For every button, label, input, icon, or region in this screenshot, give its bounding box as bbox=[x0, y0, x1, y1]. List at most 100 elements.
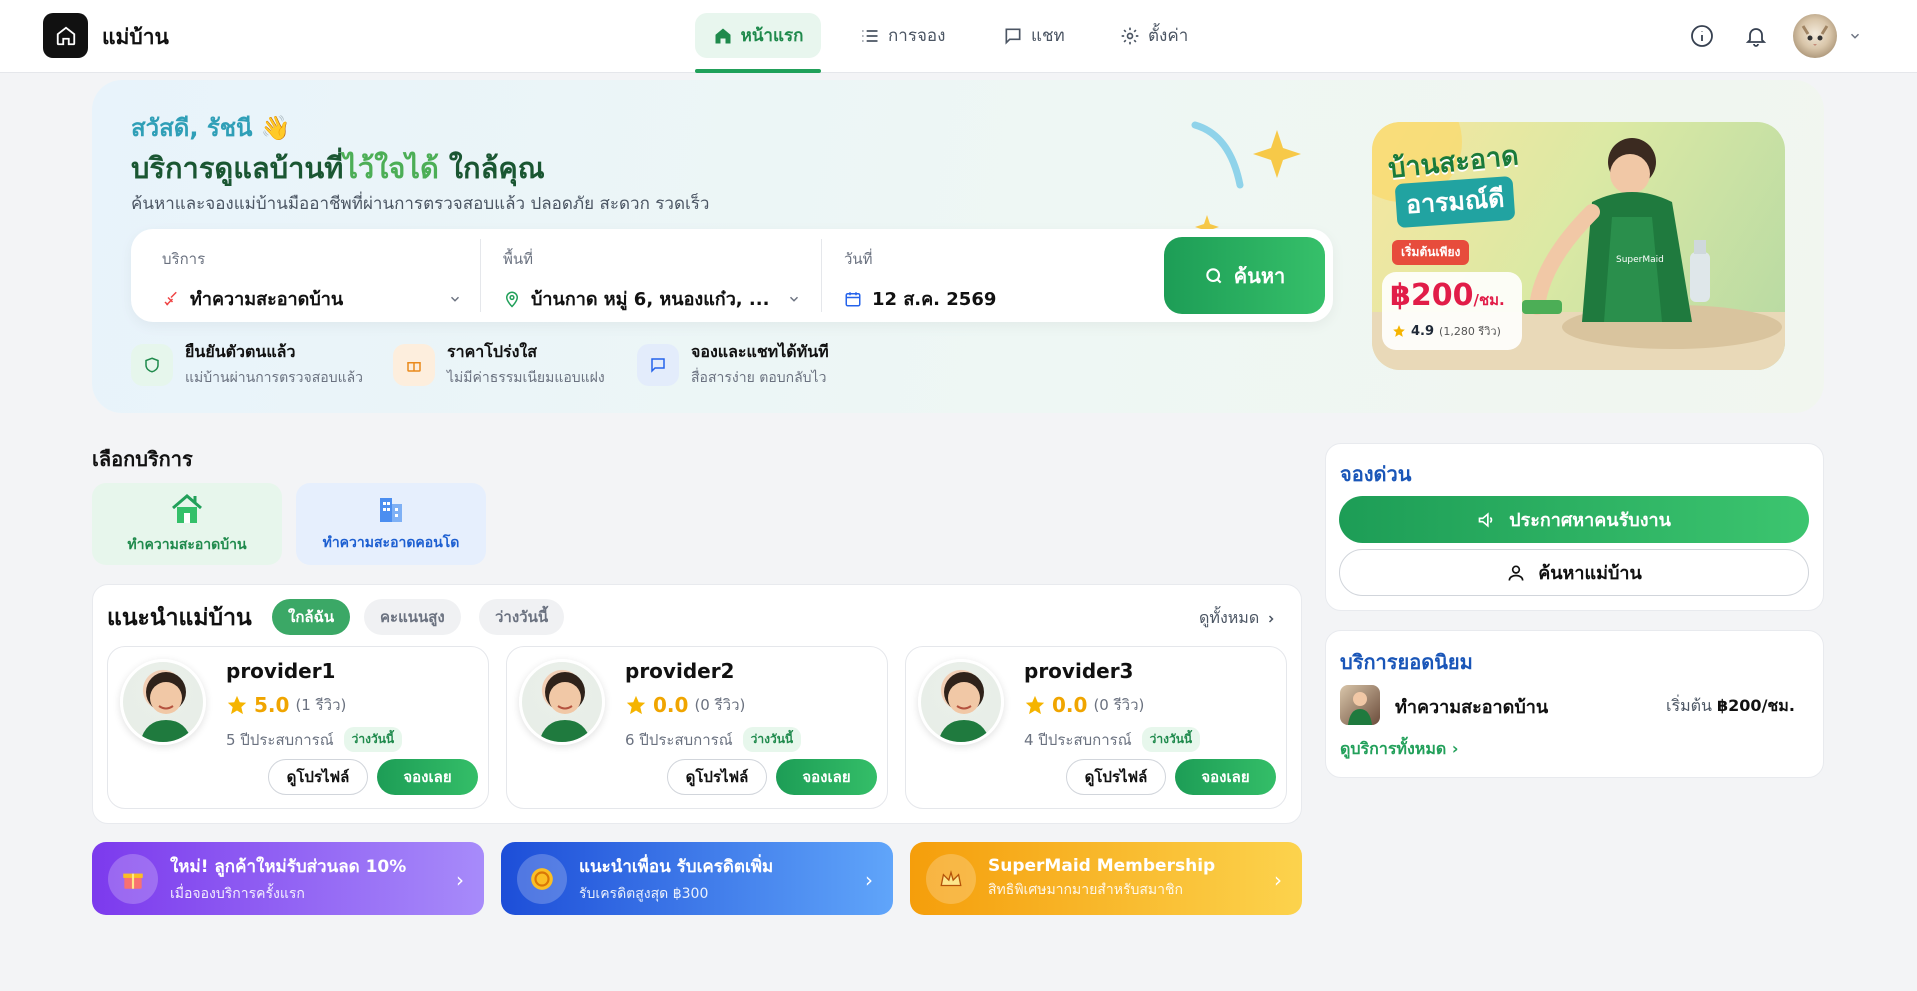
see-all-providers-link[interactable]: ดูทั้งหมด bbox=[1199, 606, 1277, 631]
post-job-label: ประกาศหาคนรับงาน bbox=[1509, 510, 1671, 531]
promo-banner-referral[interactable]: แนะนำเพื่อน รับเครดิตเพิ่มรับเครดิตสูงสุ… bbox=[501, 842, 893, 915]
view-profile-button[interactable]: ดูโปรไฟล์ bbox=[1066, 759, 1166, 795]
feature-title: ยืนยันตัวตนแล้ว bbox=[185, 342, 296, 361]
filter-chip-available-today[interactable]: ว่างวันนี้ bbox=[479, 599, 565, 635]
star-icon bbox=[227, 695, 247, 715]
service-thumbnail bbox=[1340, 685, 1380, 725]
provider-card[interactable]: provider3 0.0 (0 รีวิว) 4 ปีประสบการณ์ ว่… bbox=[905, 646, 1287, 809]
crown-icon-wrap bbox=[926, 853, 976, 904]
post-job-button[interactable]: ประกาศหาคนรับงาน bbox=[1339, 496, 1809, 543]
top-navbar: แม่บ้าน หน้าแรก การจอง แชท ตั้งค่า bbox=[0, 0, 1917, 73]
gift-icon bbox=[407, 361, 421, 372]
popular-service-name[interactable]: ทำความสะอาดบ้าน bbox=[1395, 692, 1548, 721]
nav-home[interactable]: หน้าแรก bbox=[695, 13, 821, 58]
broom-icon bbox=[164, 291, 177, 306]
brand-name: แม่บ้าน bbox=[102, 25, 169, 49]
date-picker[interactable]: วันที่ 12 ส.ค. 2569 bbox=[844, 247, 1144, 313]
provider-name: provider1 bbox=[226, 659, 336, 683]
provider-card[interactable]: provider1 5.0 (1 รีวิว) 5 ปีประสบการณ์ ว่… bbox=[107, 646, 489, 809]
see-all-services-link[interactable]: ดูบริการทั้งหมด › bbox=[1340, 737, 1458, 762]
crown-icon bbox=[940, 869, 962, 886]
star-icon bbox=[1025, 695, 1045, 715]
feature-transparent-price: ราคาโปร่งใสไม่มีค่าธรรมเนียมแอบแฝง bbox=[393, 340, 605, 389]
feature-subtitle: แม่บ้านผ่านการตรวจสอบแล้ว bbox=[185, 370, 364, 386]
promo-price-value: ฿200 bbox=[1390, 278, 1474, 313]
banner-subtitle: รับเครดิตสูงสุด ฿300 bbox=[579, 885, 709, 902]
view-profile-button[interactable]: ดูโปรไฟล์ bbox=[667, 759, 767, 795]
megaphone-icon bbox=[1478, 511, 1493, 528]
bell-icon bbox=[1745, 28, 1767, 47]
nav-chat-label: แชท bbox=[1031, 26, 1065, 46]
book-now-button[interactable]: จองเลย bbox=[1175, 759, 1276, 795]
availability-badge: ว่างวันนี้ bbox=[343, 727, 403, 752]
home-icon bbox=[715, 28, 731, 43]
nav-bookings-label: การจอง bbox=[888, 26, 946, 46]
recommend-title: แนะนำแม่บ้าน bbox=[107, 605, 252, 631]
provider-photo-icon bbox=[938, 672, 990, 742]
area-label: พื้นที่ bbox=[503, 250, 534, 268]
info-button[interactable] bbox=[1690, 24, 1714, 48]
user-icon bbox=[1508, 565, 1524, 581]
user-avatar[interactable] bbox=[1793, 14, 1837, 58]
nav-settings[interactable]: ตั้งค่า bbox=[1104, 13, 1204, 58]
view-profile-button[interactable]: ดูโปรไฟล์ bbox=[268, 759, 368, 795]
find-maid-button[interactable]: ค้นหาแม่บ้าน bbox=[1339, 549, 1809, 596]
promo-price-unit: /ชม. bbox=[1473, 291, 1505, 309]
promo-price-box: ฿200/ชม. 4.9 (1,280 รีวิว) bbox=[1382, 272, 1522, 350]
promo-card[interactable]: SuperMaid บ้านสะอาด อารมณ์ดี เริ่มต้นเพี… bbox=[1372, 122, 1785, 370]
service-select[interactable]: บริการ ทำความสะอาดบ้าน bbox=[162, 247, 462, 313]
area-select[interactable]: พื้นที่ บ้านกาด หมู่ 6, หนองแก๋ว, ... bbox=[503, 247, 801, 313]
nav-settings-label: ตั้งค่า bbox=[1148, 26, 1189, 46]
nav-bookings[interactable]: การจอง bbox=[844, 13, 961, 58]
location-pin-icon bbox=[505, 291, 519, 308]
book-now-button[interactable]: จองเลย bbox=[377, 759, 478, 795]
notifications-button[interactable] bbox=[1744, 24, 1768, 48]
price-value: ฿200/ชม. bbox=[1717, 696, 1795, 715]
promo-price: ฿200/ชม. bbox=[1390, 278, 1505, 313]
service-label: บริการ bbox=[162, 250, 206, 268]
nav-chat[interactable]: แชท bbox=[987, 13, 1081, 58]
service-tile-label: ทำความสะอาดคอนโด bbox=[322, 535, 460, 551]
chevron-right-icon bbox=[1269, 614, 1274, 623]
availability-badge: ว่างวันนี้ bbox=[742, 727, 802, 752]
area-value: บ้านกาด หมู่ 6, หนองแก๋ว, ... bbox=[531, 289, 770, 310]
account-menu-toggle[interactable] bbox=[1848, 29, 1862, 43]
banner-subtitle: เมื่อจองบริการครั้งแรก bbox=[170, 885, 305, 902]
shield-icon-wrap bbox=[131, 343, 173, 386]
chevron-down-icon bbox=[1850, 33, 1860, 39]
filter-chip-top-rated[interactable]: คะแนนสูง bbox=[364, 599, 461, 635]
availability-badge: ว่างวันนี้ bbox=[1141, 727, 1201, 752]
review-count: (1 รีวิว) bbox=[295, 696, 347, 714]
chat-icon bbox=[651, 357, 665, 373]
promo-rating-value: 4.9 bbox=[1411, 323, 1435, 339]
see-all-label: ดูทั้งหมด bbox=[1199, 608, 1260, 627]
feature-title: ราคาโปร่งใส bbox=[447, 342, 537, 361]
popular-services-title: บริการยอดนิยม bbox=[1340, 650, 1473, 674]
provider-card[interactable]: provider2 0.0 (0 รีวิว) 6 ปีประสบการณ์ ว่… bbox=[506, 646, 888, 809]
feature-subtitle: สื่อสารง่าย ตอบกลับไว bbox=[691, 370, 827, 386]
banner-title: แนะนำเพื่อน รับเครดิตเพิ่ม bbox=[579, 856, 774, 877]
promo-rating: 4.9 (1,280 รีวิว) bbox=[1392, 322, 1501, 340]
feature-subtitle: ไม่มีค่าธรรมเนียมแอบแฝง bbox=[447, 370, 605, 386]
info-icon bbox=[1691, 25, 1713, 47]
promo-banner-membership[interactable]: SuperMaid Membership สิทธิพิเศษมากมายสำหร… bbox=[910, 842, 1302, 915]
divider bbox=[821, 239, 822, 312]
search-button[interactable]: ค้นหา bbox=[1164, 237, 1325, 314]
banner-subtitle: สิทธิพิเศษมากมายสำหรับสมาชิก bbox=[988, 882, 1183, 898]
chevron-right-icon: › bbox=[456, 868, 464, 892]
service-tile-house[interactable]: ทำความสะอาดบ้าน bbox=[92, 483, 282, 565]
promo-banner-new-customer[interactable]: ใหม่! ลูกค้าใหม่รับส่วนลด 10% เมื่อจองบริ… bbox=[92, 842, 484, 915]
provider-rating: 5.0 (1 รีวิว) bbox=[226, 693, 346, 717]
active-tab-indicator bbox=[695, 69, 821, 73]
rating-value: 0.0 bbox=[1052, 693, 1088, 717]
feature-title: จองและแชทได้ทันที bbox=[691, 342, 829, 361]
shield-icon bbox=[145, 356, 159, 373]
home-logo-button[interactable] bbox=[43, 13, 88, 58]
review-count: (0 รีวิว) bbox=[694, 696, 746, 714]
book-now-button[interactable]: จองเลย bbox=[776, 759, 877, 795]
rating-value: 5.0 bbox=[254, 693, 290, 717]
service-tile-condo[interactable]: ทำความสะอาดคอนโด bbox=[296, 483, 486, 565]
experience-text: 5 ปีประสบการณ์ bbox=[226, 730, 334, 749]
provider-avatar bbox=[918, 659, 1004, 745]
filter-chip-nearby[interactable]: ใกล้ฉัน bbox=[272, 599, 351, 635]
